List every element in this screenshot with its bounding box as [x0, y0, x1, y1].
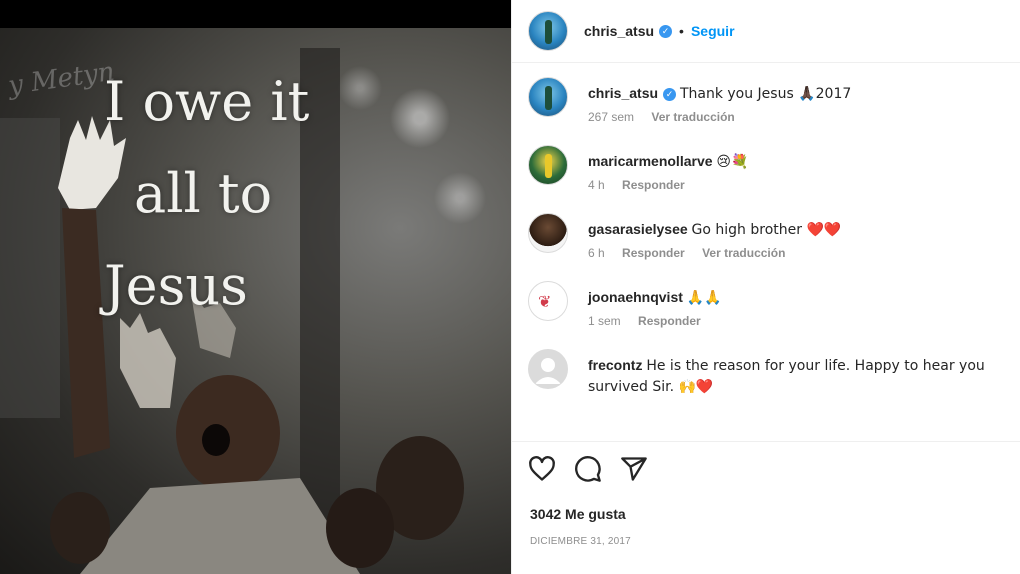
verified-icon: ✓: [659, 24, 673, 38]
post-date: DICIEMBRE 31, 2017: [530, 536, 631, 547]
commenter-avatar[interactable]: [528, 349, 568, 389]
photo-quote: I owe it all to Jesus: [104, 56, 309, 332]
heart-icon[interactable]: [528, 455, 556, 483]
quote-line-3: Jesus: [104, 254, 248, 317]
verified-icon: ✓: [663, 87, 677, 101]
comment-time: 267 sem: [588, 110, 635, 124]
comment-time: 6 h: [588, 246, 605, 260]
dove-icon: ❦: [538, 294, 552, 311]
comment-username[interactable]: gasarasielysee: [588, 221, 688, 237]
reply-link[interactable]: Responder: [622, 246, 685, 260]
comment-icon[interactable]: [574, 455, 602, 483]
quote-line-1: I owe it: [104, 70, 310, 133]
comment-text: 🙏🙏: [686, 290, 722, 306]
share-icon[interactable]: [620, 455, 648, 483]
quote-line-2: all to: [134, 162, 273, 225]
translate-link[interactable]: Ver traducción: [651, 110, 734, 124]
default-user-icon: [535, 358, 561, 384]
comment-time: 1 sem: [588, 314, 621, 328]
action-bar: [528, 455, 666, 483]
comment-item: ❦ joonaehnqvist 🙏🙏 1 sem Responder: [528, 281, 1005, 328]
comment-item: gasarasielysee Go high brother ❤️❤️ 6 h …: [528, 213, 1005, 260]
post-details-panel: chris_atsu ✓ • Seguir chris_atsu ✓ Thank …: [511, 0, 1020, 574]
reply-link[interactable]: Responder: [638, 314, 701, 328]
comment-text: Thank you Jesus 🙏🏿2017: [679, 86, 852, 102]
post-image-panel: y Metyn I owe it all to Jesus: [0, 0, 511, 574]
post-header: chris_atsu ✓ • Seguir: [512, 0, 1020, 63]
comment-list: chris_atsu ✓ Thank you Jesus 🙏🏿2017 267 s…: [512, 63, 1020, 397]
comment-username[interactable]: maricarmenollarve: [588, 153, 713, 169]
reply-link[interactable]: Responder: [622, 178, 685, 192]
comment-username[interactable]: chris_atsu: [588, 85, 658, 101]
post-photo[interactable]: y Metyn I owe it all to Jesus: [0, 28, 511, 574]
caption: chris_atsu ✓ Thank you Jesus 🙏🏿2017 267 s…: [528, 77, 1005, 124]
commenter-avatar[interactable]: [528, 145, 568, 185]
author-avatar[interactable]: [528, 11, 568, 51]
author-username[interactable]: chris_atsu: [584, 23, 654, 39]
actions-divider: [512, 441, 1020, 442]
comment-text: Go high brother ❤️❤️: [691, 222, 842, 238]
likes-count[interactable]: 3042 Me gusta: [530, 506, 626, 522]
comment-item: maricarmenollarve 😢💐 4 h Responder: [528, 145, 1005, 192]
comment-item: frecontz He is the reason for your life.…: [528, 349, 1005, 397]
follow-button[interactable]: Seguir: [691, 23, 735, 39]
comment-text: 😢💐: [716, 154, 749, 170]
commenter-avatar[interactable]: ❦: [528, 281, 568, 321]
comment-username[interactable]: frecontz: [588, 357, 642, 373]
comment-time: 4 h: [588, 178, 605, 192]
comment-username[interactable]: joonaehnqvist: [588, 289, 683, 305]
comment-text: He is the reason for your life. Happy to…: [588, 358, 985, 395]
commenter-avatar[interactable]: [528, 77, 568, 117]
translate-link[interactable]: Ver traducción: [702, 246, 785, 260]
commenter-avatar[interactable]: [528, 213, 568, 253]
header-separator: •: [679, 23, 684, 39]
